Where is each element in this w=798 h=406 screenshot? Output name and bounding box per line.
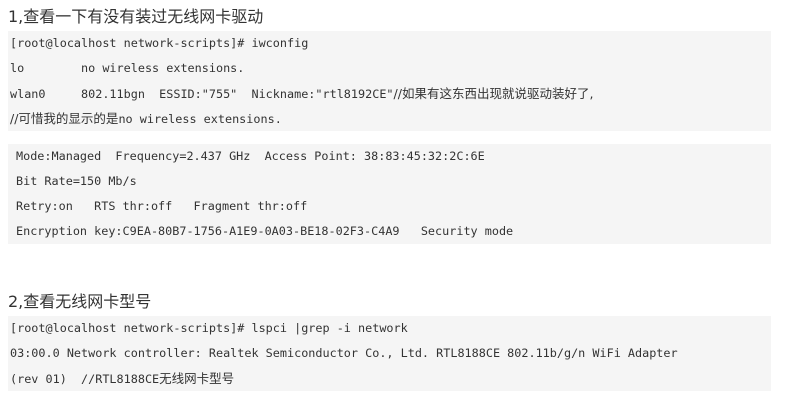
code-block-wireless-details: Mode:Managed Frequency=2.437 GHz Access … <box>8 144 771 244</box>
code-comment: //可惜我的显示的是 <box>10 111 119 126</box>
code-comment: //如果有这东西出现就说驱动装好了, <box>393 86 594 101</box>
code-block-lspci: [root@localhost network-scripts]# lspci … <box>8 316 771 391</box>
code-text: wlan0 802.11bgn ESSID:"755" Nickname:"rt… <box>10 87 394 101</box>
code-line-mode: Mode:Managed Frequency=2.437 GHz Access … <box>16 149 485 163</box>
code-text: no wireless extensions. <box>118 112 282 126</box>
code-line-note: //可惜我的显示的是no wireless extensions. <box>10 106 282 132</box>
code-line-command: [root@localhost network-scripts]# iwconf… <box>10 36 309 50</box>
code-line-retry: Retry:on RTS thr:off Fragment thr:off <box>16 199 308 213</box>
code-line-bitrate: Bit Rate=150 Mb/s <box>16 174 137 188</box>
code-text: (rev 01) //RTL8188CE <box>10 372 160 386</box>
code-line-rev: (rev 01) //RTL8188CE无线网卡型号 <box>10 366 234 392</box>
section-heading-2: 2,查看无线网卡型号 <box>8 292 152 311</box>
code-line-encryption: Encryption key:C9EA-80B7-1756-A1E9-0A03-… <box>16 224 514 238</box>
code-line-lo: lo no wireless extensions. <box>10 61 245 75</box>
code-line-wlan0: wlan0 802.11bgn ESSID:"755" Nickname:"rt… <box>10 81 593 107</box>
code-block-iwconfig: [root@localhost network-scripts]# iwconf… <box>8 31 771 131</box>
code-comment: 无线网卡型号 <box>159 371 235 386</box>
code-line-controller: 03:00.0 Network controller: Realtek Semi… <box>10 346 678 360</box>
section-heading-1: 1,查看一下有没有装过无线网卡驱动 <box>8 7 264 26</box>
code-line-command: [root@localhost network-scripts]# lspci … <box>10 321 408 335</box>
